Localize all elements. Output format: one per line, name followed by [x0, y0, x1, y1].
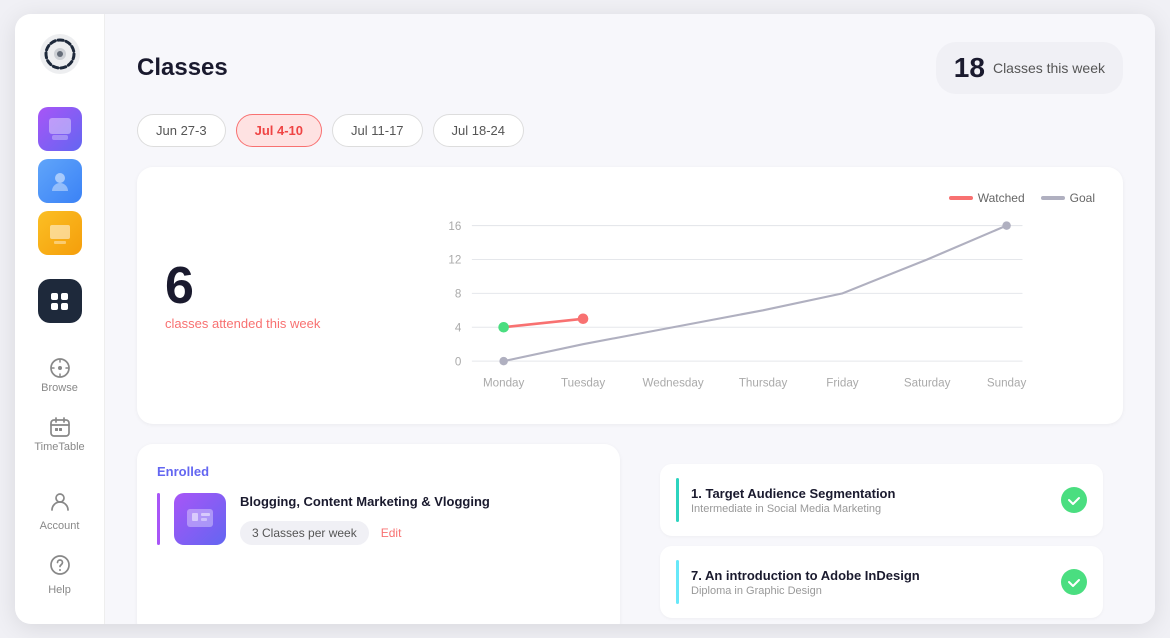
chart-stat-number: 6	[165, 260, 325, 312]
avatar-1[interactable]	[38, 107, 82, 151]
lesson-sub-1: Intermediate in Social Media Marketing	[691, 503, 1049, 515]
sidebar-item-timetable[interactable]: TimeTable	[24, 406, 96, 463]
chart-card: 6 classes attended this week Watched Goa…	[137, 167, 1123, 424]
lesson-info-1: 1. Target Audience Segmentation Intermed…	[691, 486, 1049, 515]
legend-watched: Watched	[949, 191, 1025, 205]
apps-grid-icon	[51, 293, 68, 310]
svg-text:Sunday: Sunday	[987, 377, 1027, 390]
watched-swatch	[949, 196, 973, 200]
svg-text:0: 0	[455, 355, 462, 368]
sidebar-item-help[interactable]: Help	[24, 544, 96, 606]
account-label: Account	[40, 520, 80, 532]
user-icon	[49, 490, 71, 517]
svg-text:Saturday: Saturday	[904, 377, 951, 390]
logo	[38, 32, 82, 99]
check-icon-1	[1061, 487, 1087, 513]
lesson-info-2: 7. An introduction to Adobe InDesign Dip…	[691, 568, 1049, 597]
svg-text:Tuesday: Tuesday	[561, 377, 605, 390]
svg-text:16: 16	[448, 220, 461, 233]
page-title: Classes	[137, 54, 228, 82]
tab-jul18[interactable]: Jul 18-24	[433, 114, 524, 147]
chart-svg: 16 12 8 4 0 Monday Tuesday Wednesday Thu…	[357, 215, 1095, 395]
help-label: Help	[48, 584, 71, 596]
week-badge: 18 Classes this week	[936, 42, 1123, 94]
app-container: Browse TimeTable	[15, 14, 1155, 624]
chart-stat: 6 classes attended this week	[165, 260, 325, 331]
sidebar-item-browse[interactable]: Browse	[24, 347, 96, 404]
course-item: Blogging, Content Marketing & Vlogging 3…	[157, 493, 600, 545]
course-thumb	[174, 493, 226, 545]
chart-wrapper: Watched Goal 16 12	[357, 191, 1095, 400]
avatar-2[interactable]	[38, 159, 82, 203]
course-info: Blogging, Content Marketing & Vlogging 3…	[240, 493, 600, 545]
course-meta: 3 Classes per week Edit	[240, 521, 600, 545]
lesson-sub-2: Diploma in Graphic Design	[691, 585, 1049, 597]
bottom-section: Enrolled Blogging, Content Marketing & V…	[137, 444, 1123, 624]
tab-jun27[interactable]: Jun 27-3	[137, 114, 226, 147]
avatar-3[interactable]	[38, 211, 82, 255]
tab-jul11[interactable]: Jul 11-17	[332, 114, 423, 147]
course-accent	[157, 493, 160, 545]
help-icon	[49, 554, 71, 581]
edit-link[interactable]: Edit	[381, 526, 402, 540]
sidebar-bottom: Account Help	[24, 480, 96, 606]
lesson-accent-1	[676, 478, 679, 522]
page-header: Classes 18 Classes this week	[137, 42, 1123, 94]
svg-text:12: 12	[448, 254, 461, 267]
enrolled-card: Enrolled Blogging, Content Marketing & V…	[137, 444, 620, 624]
svg-text:4: 4	[455, 321, 462, 334]
sidebar: Browse TimeTable	[15, 14, 105, 624]
lesson-accent-2	[676, 560, 679, 604]
browse-label: Browse	[41, 382, 78, 394]
tab-jul4[interactable]: Jul 4-10	[236, 114, 322, 147]
svg-text:Wednesday: Wednesday	[642, 377, 703, 390]
legend-goal: Goal	[1041, 191, 1095, 205]
watched-label: Watched	[978, 191, 1025, 205]
svg-text:Monday: Monday	[483, 377, 525, 390]
lesson-item-1: 1. Target Audience Segmentation Intermed…	[660, 464, 1103, 536]
week-tabs: Jun 27-3 Jul 4-10 Jul 11-17 Jul 18-24	[137, 114, 1123, 147]
classes-per-week: 3 Classes per week	[240, 521, 369, 545]
enrolled-label: Enrolled	[157, 464, 600, 479]
goal-swatch	[1041, 196, 1065, 200]
calendar-icon	[49, 416, 71, 438]
svg-text:8: 8	[455, 288, 461, 301]
chart-legend: Watched Goal	[357, 191, 1095, 205]
goal-label: Goal	[1070, 191, 1095, 205]
svg-text:Thursday: Thursday	[739, 377, 788, 390]
check-icon-2	[1061, 569, 1087, 595]
sidebar-nav: Browse TimeTable	[24, 347, 96, 472]
course-name: Blogging, Content Marketing & Vlogging	[240, 493, 600, 511]
apps-button[interactable]	[38, 279, 82, 323]
lesson-title-1: 1. Target Audience Segmentation	[691, 486, 1049, 501]
week-badge-label: Classes this week	[993, 60, 1105, 76]
lesson-item-2: 7. An introduction to Adobe InDesign Dip…	[660, 546, 1103, 618]
compass-icon	[49, 357, 71, 379]
main-content: Classes 18 Classes this week Jun 27-3 Ju…	[105, 14, 1155, 624]
lesson-title-2: 7. An introduction to Adobe InDesign	[691, 568, 1049, 583]
chart-stat-label: classes attended this week	[165, 316, 325, 331]
week-badge-number: 18	[954, 52, 985, 84]
avatar-group	[38, 107, 82, 255]
lessons-card: 1. Target Audience Segmentation Intermed…	[640, 444, 1123, 624]
svg-text:Friday: Friday	[826, 377, 858, 390]
sidebar-item-account[interactable]: Account	[24, 480, 96, 542]
timetable-label: TimeTable	[34, 441, 84, 453]
